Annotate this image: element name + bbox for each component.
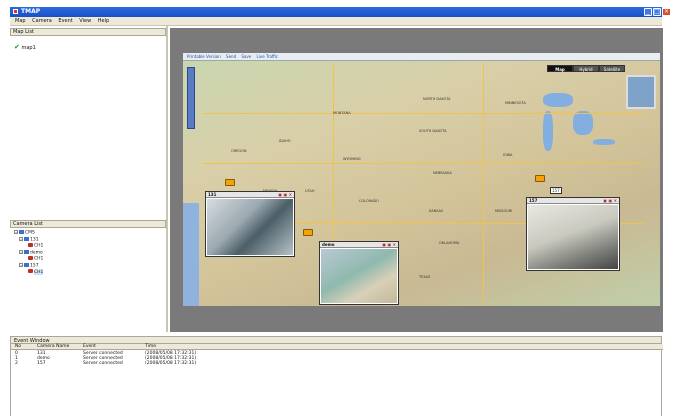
menu-camera[interactable]: Camera (32, 17, 52, 26)
camera-tree: − CMS −131 CH1 − demo CH1 −157 CH1 (14, 230, 44, 276)
marker-label: 157 (550, 187, 562, 194)
camera-icon (28, 256, 33, 260)
col-event[interactable]: Event (83, 344, 96, 349)
send-link[interactable]: Send (226, 54, 236, 59)
map-label: WYOMING (343, 157, 361, 161)
close-button[interactable]: × (662, 8, 671, 16)
group-icon (24, 249, 29, 254)
live-traffic-link[interactable]: Live Traffic (257, 54, 278, 59)
menu-event[interactable]: Event (58, 17, 72, 26)
map-label: NEBRASKA (433, 171, 452, 175)
col-camera-name[interactable]: Camera Name (37, 344, 69, 349)
menu-view[interactable]: View (79, 17, 91, 26)
camera-video (528, 205, 618, 269)
collapse-icon[interactable]: − (14, 230, 18, 234)
col-time[interactable]: Time (145, 344, 156, 349)
map-label: SOUTH DAKOTA (419, 129, 447, 133)
collapse-icon[interactable]: − (19, 262, 23, 267)
road (483, 63, 484, 303)
event-table-header: No Camera Name Event Time (11, 344, 663, 350)
camera-popup-demo[interactable]: demo ▣ ▣ × (319, 241, 399, 305)
map-label: MISSOURI (495, 209, 513, 213)
map-label: IDAHO (279, 139, 291, 143)
camera-list-header: Camera List (10, 220, 166, 228)
map-list-item-label: map1 (21, 45, 36, 51)
road (203, 113, 643, 114)
server-icon (19, 230, 24, 234)
map-label: OREGON (231, 149, 247, 153)
popup-controls[interactable]: ▣ ▣ × (382, 242, 396, 248)
group-icon (24, 236, 29, 241)
map-type-hybrid-button[interactable]: Hybrid (573, 65, 599, 72)
menu-help[interactable]: Help (98, 17, 109, 26)
camera-popup-131[interactable]: 131 ▣ ▣ × (205, 191, 295, 257)
map-label: IOWA (503, 153, 513, 157)
map-label: UTAH (305, 189, 315, 193)
popup-title: demo ▣ ▣ × (320, 242, 398, 248)
camera-popup-157[interactable]: 157 ▣ ▣ × (526, 197, 620, 271)
popup-title: 157 ▣ ▣ × (527, 198, 619, 204)
map-list-item[interactable]: ✔ map1 (14, 43, 36, 51)
popup-title: 131 ▣ ▣ × (206, 192, 294, 198)
group-icon (24, 262, 29, 267)
zoom-slider[interactable] (187, 67, 195, 129)
camera-icon (28, 269, 33, 273)
map-label: TEXAS (419, 275, 431, 279)
printable-version-link[interactable]: Printable Version (187, 54, 221, 59)
app-icon (13, 9, 18, 14)
map-type-satellite-button[interactable]: Satellite (599, 65, 625, 72)
camera-marker-icon[interactable] (225, 179, 235, 186)
lake-huron (573, 111, 593, 135)
map-list-header: Map List (10, 28, 166, 36)
pacific-ocean (183, 203, 199, 306)
menu-bar: Map Camera Event View Help (10, 17, 662, 26)
minimize-button[interactable]: _ (644, 8, 652, 16)
event-table: No Camera Name Event Time 0 131 Server c… (10, 344, 663, 416)
map-label: OKLAHOMA (439, 241, 460, 245)
map-label: KANSAS (429, 209, 444, 213)
popup-controls[interactable]: ▣ ▣ × (603, 198, 617, 204)
check-icon: ✔ (14, 43, 20, 51)
tree-node-camera[interactable]: CH1 (14, 269, 44, 276)
camera-video (207, 199, 293, 255)
menu-map[interactable]: Map (15, 17, 26, 26)
popup-controls[interactable]: ▣ ▣ × (278, 192, 292, 198)
collapse-icon[interactable]: − (19, 236, 23, 241)
map-toolbar: Printable Version Send Save Live Traffic (183, 53, 660, 61)
window-title: TMAP (21, 8, 41, 15)
lake-michigan (543, 111, 553, 151)
lake-superior (543, 93, 573, 107)
camera-icon (28, 243, 33, 247)
event-window-header: Event Window (10, 336, 662, 344)
title-bar: TMAP _ □ × (10, 7, 671, 17)
camera-list: − CMS −131 CH1 − demo CH1 −157 CH1 (10, 228, 166, 332)
maximize-button[interactable]: □ (653, 8, 661, 16)
save-link[interactable]: Save (241, 54, 251, 59)
map-label: MONTANA (333, 111, 351, 115)
left-panel: Map List ✔ map1 Camera List − CMS −131 CH… (10, 26, 168, 332)
collapse-icon[interactable]: − (19, 249, 23, 254)
map-view[interactable]: MONTANA NORTH DAKOTA MINNESOTA SOUTH DAK… (183, 53, 660, 306)
lake-erie (593, 139, 615, 145)
camera-marker-icon[interactable] (535, 175, 545, 182)
map-label: NORTH DAKOTA (423, 97, 451, 101)
camera-marker-icon[interactable] (303, 229, 313, 236)
col-no[interactable]: No (15, 344, 21, 349)
camera-video (321, 249, 397, 303)
overview-minimap[interactable] (626, 75, 656, 109)
map-type-map-button[interactable]: Map (547, 65, 573, 72)
road (203, 163, 643, 164)
map-label: MINNESOTA (505, 101, 526, 105)
map-label: COLORADO (359, 199, 379, 203)
